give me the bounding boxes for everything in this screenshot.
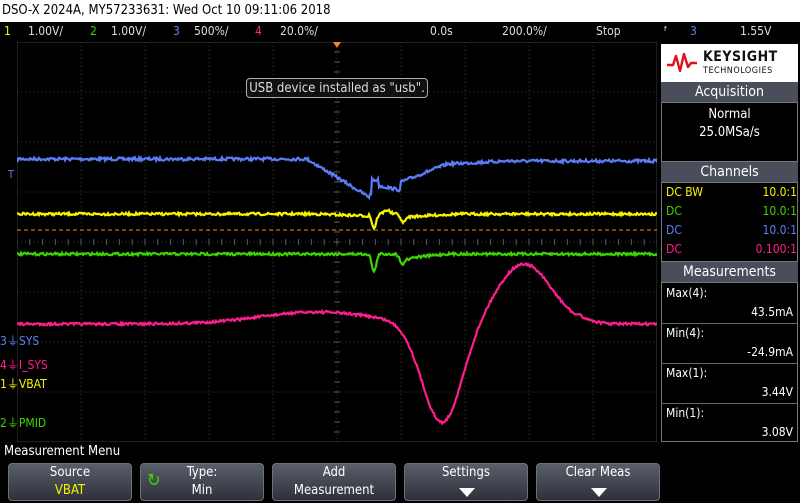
keysight-wave-icon (667, 53, 697, 73)
measurement-value: 3.44V (761, 385, 793, 399)
ch2-number[interactable]: 2 (90, 24, 97, 38)
usb-notification: USB device installed as "usb". (246, 78, 428, 98)
measurement-label: Max(1): (666, 366, 708, 380)
submenu-arrow-icon (459, 488, 475, 497)
menu-title: Measurement Menu (4, 444, 121, 459)
sample-rate: 25.0MSa/s (699, 125, 760, 140)
ch3-ground-label[interactable]: 3⏚SYS (0, 332, 39, 349)
ground-icon: ⏚ (6, 334, 19, 348)
title-bar: DSO-X 2024A, MY57233631: Wed Oct 10 09:1… (0, 0, 800, 22)
ground-icon: ⏚ (6, 377, 19, 391)
ch1-number[interactable]: 1 (4, 24, 11, 38)
trigger-level-marker[interactable]: T (8, 168, 14, 181)
measurements-box[interactable]: Max(4): 43.5mA Min(4): -24.9mA Max(1): 3… (661, 282, 798, 442)
acquisition-mode: Normal (708, 107, 751, 122)
source-softkey[interactable]: Source VBAT (8, 463, 132, 501)
ch3-scale[interactable]: 500%/ (194, 24, 229, 38)
time-delay[interactable]: 0.0s (430, 24, 453, 38)
measurement-value: 3.08V (761, 425, 793, 439)
acquisition-header[interactable]: Acquisition (661, 82, 798, 102)
trigger-channel[interactable]: 3 (690, 24, 697, 38)
trigger-edge-icon: ᶠ (664, 24, 668, 38)
measurement-label: Min(1): (666, 406, 705, 420)
add-measurement-softkey[interactable]: Add Measurement (272, 463, 396, 501)
channels-header[interactable]: Channels (661, 162, 798, 182)
ch1-scale[interactable]: 1.00V/ (28, 24, 63, 38)
ground-icon: ⏚ (6, 416, 19, 430)
brand-logo: KEYSIGHT TECHNOLOGIES (661, 44, 798, 82)
run-state: Stop (596, 24, 621, 38)
measurement-label: Min(4): (666, 326, 705, 340)
type-softkey[interactable]: ↻ Type: Min (140, 463, 264, 501)
side-panel: KEYSIGHT TECHNOLOGIES Acquisition Normal… (659, 42, 800, 442)
measurement-label: Max(4): (666, 286, 708, 300)
ch1-ground-label[interactable]: 1⏚VBAT (0, 375, 47, 392)
channels-box[interactable]: DC BW 10.0:1 DC 10.0:1 DC 10.0:1 DC 0.100:1 (661, 182, 798, 262)
trigger-level[interactable]: 1.55V (740, 24, 771, 38)
ch3-number[interactable]: 3 (173, 24, 180, 38)
brand-name: KEYSIGHT (703, 49, 778, 65)
ch4-number[interactable]: 4 (255, 24, 262, 38)
acquisition-box[interactable]: Normal 25.0MSa/s (661, 102, 798, 162)
submenu-arrow-icon (591, 488, 607, 497)
measurement-value: -24.9mA (747, 345, 793, 359)
settings-softkey[interactable]: Settings (404, 463, 528, 501)
ch4-scale[interactable]: 20.0%/ (280, 24, 318, 38)
brand-sub: TECHNOLOGIES (703, 66, 773, 76)
clear-meas-softkey[interactable]: Clear Meas (536, 463, 660, 501)
ground-icon: ⏚ (6, 358, 19, 372)
measurement-value: 43.5mA (751, 305, 793, 319)
waveform-display[interactable] (17, 42, 657, 442)
time-scale[interactable]: 200.0%/ (502, 24, 547, 38)
ch2-scale[interactable]: 1.00V/ (111, 24, 146, 38)
measurements-header[interactable]: Measurements (661, 262, 798, 282)
ch4-ground-label[interactable]: 4⏚I_SYS (0, 356, 48, 373)
status-bar: 1 1.00V/ 2 1.00V/ 3 500%/ 4 20.0%/ 0.0s … (0, 22, 800, 42)
ch2-ground-label[interactable]: 2⏚PMID (0, 414, 46, 431)
